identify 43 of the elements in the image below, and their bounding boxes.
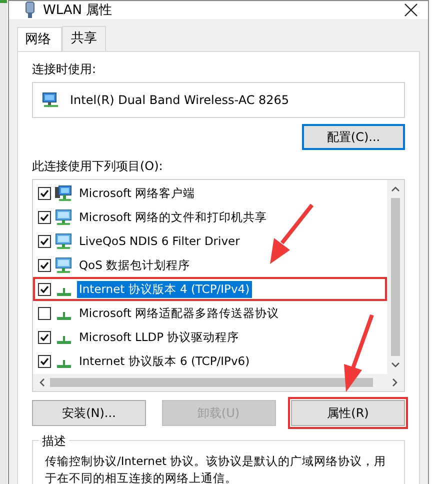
scroll-right-icon[interactable] [392, 378, 398, 387]
scroll-left-icon[interactable] [39, 378, 45, 387]
list-item[interactable]: Microsoft 网络的文件和打印机共享 [77, 208, 269, 226]
computer-icon [55, 184, 73, 202]
description-text: 传输控制协议/Internet 协议。该协议是默认的广域网络协议，用于在不同的相互连接的网络上通信。 [45, 454, 386, 484]
computer-icon [55, 256, 73, 274]
connect-using-label: 连接时使用: [32, 61, 98, 78]
network-adapter-icon [25, 1, 35, 19]
list-item[interactable]: Microsoft LLDP 协议驱动程序 [77, 328, 242, 346]
window-title: WLAN 属性 [43, 2, 114, 19]
computer-icon [55, 232, 73, 250]
network-icon [57, 360, 71, 368]
scroll-up-icon[interactable] [391, 186, 400, 192]
network-icon [57, 288, 71, 296]
dialog-button[interactable]: 安装(N)... [32, 400, 146, 426]
checkbox[interactable] [38, 306, 51, 320]
network-icon [57, 312, 71, 320]
tab[interactable]: 共享 [62, 26, 106, 51]
list-item[interactable]: Microsoft 网络适配器多路传送器协议 [77, 304, 281, 322]
scroll-down-icon[interactable] [391, 362, 400, 368]
list-item[interactable]: LiveQoS NDIS 6 Filter Driver [77, 233, 242, 249]
list-item[interactable]: Internet 协议版本 4 (TCP/IPv4) [77, 280, 252, 298]
checkbox[interactable] [38, 210, 51, 224]
dialog-button[interactable]: 属性(R) [291, 400, 405, 426]
checkbox[interactable] [38, 282, 51, 296]
tab[interactable]: 网络 [17, 27, 62, 51]
checkbox[interactable] [38, 258, 51, 272]
checkbox[interactable] [38, 354, 51, 368]
annotation-arrow [270, 204, 314, 264]
configure-button[interactable]: 配置(C)... [302, 124, 405, 150]
list-item[interactable]: Microsoft 网络客户端 [77, 184, 197, 202]
group-title: 描述 [39, 433, 69, 450]
adapter-name: Intel(R) Dual Band Wireless-AC 8265 [70, 93, 290, 107]
network-icon [57, 336, 71, 344]
list-item[interactable]: QoS 数据包计划程序 [77, 256, 192, 274]
network-adapter-icon [42, 92, 60, 108]
computer-icon [55, 208, 73, 226]
checkbox[interactable] [38, 234, 51, 248]
checkbox[interactable] [38, 330, 51, 344]
items-label: 此连接使用下列项目(O): [32, 158, 164, 175]
checkbox[interactable] [38, 186, 51, 200]
close-icon[interactable] [404, 3, 418, 17]
list-item[interactable]: Internet 协议版本 6 (TCP/IPv6) [77, 352, 252, 370]
